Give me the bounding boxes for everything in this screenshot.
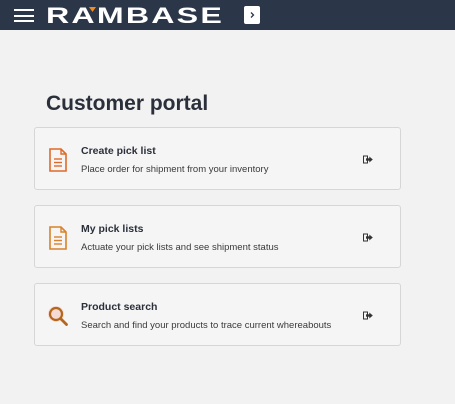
card-title: Create pick list bbox=[81, 145, 156, 157]
top-navigation-bar: RAMBASE bbox=[0, 0, 455, 30]
logo-text: RAMBASE bbox=[46, 3, 224, 28]
exit-arrow-icon[interactable] bbox=[363, 311, 373, 320]
exit-arrow-icon[interactable] bbox=[363, 155, 373, 164]
hamburger-menu-icon[interactable] bbox=[14, 9, 34, 22]
chevron-right-icon bbox=[250, 12, 255, 18]
card-product-search[interactable]: Product search Search and find your prod… bbox=[34, 283, 401, 346]
card-description: Place order for shipment from your inven… bbox=[81, 164, 269, 175]
document-list-icon bbox=[49, 148, 67, 172]
rambase-logo[interactable]: RAMBASE bbox=[46, 2, 236, 28]
card-create-pick-list[interactable]: Create pick list Place order for shipmen… bbox=[34, 127, 401, 190]
exit-arrow-icon[interactable] bbox=[363, 233, 373, 242]
page-title: Customer portal bbox=[46, 92, 209, 115]
card-title: My pick lists bbox=[81, 223, 144, 235]
document-list-icon bbox=[49, 226, 67, 250]
magnifier-icon bbox=[48, 306, 68, 326]
card-title: Product search bbox=[81, 301, 158, 313]
card-my-pick-lists[interactable]: My pick lists Actuate your pick lists an… bbox=[34, 205, 401, 268]
card-description: Actuate your pick lists and see shipment… bbox=[81, 242, 279, 253]
card-description: Search and find your products to trace c… bbox=[81, 320, 332, 331]
expand-panel-button[interactable] bbox=[244, 6, 260, 24]
